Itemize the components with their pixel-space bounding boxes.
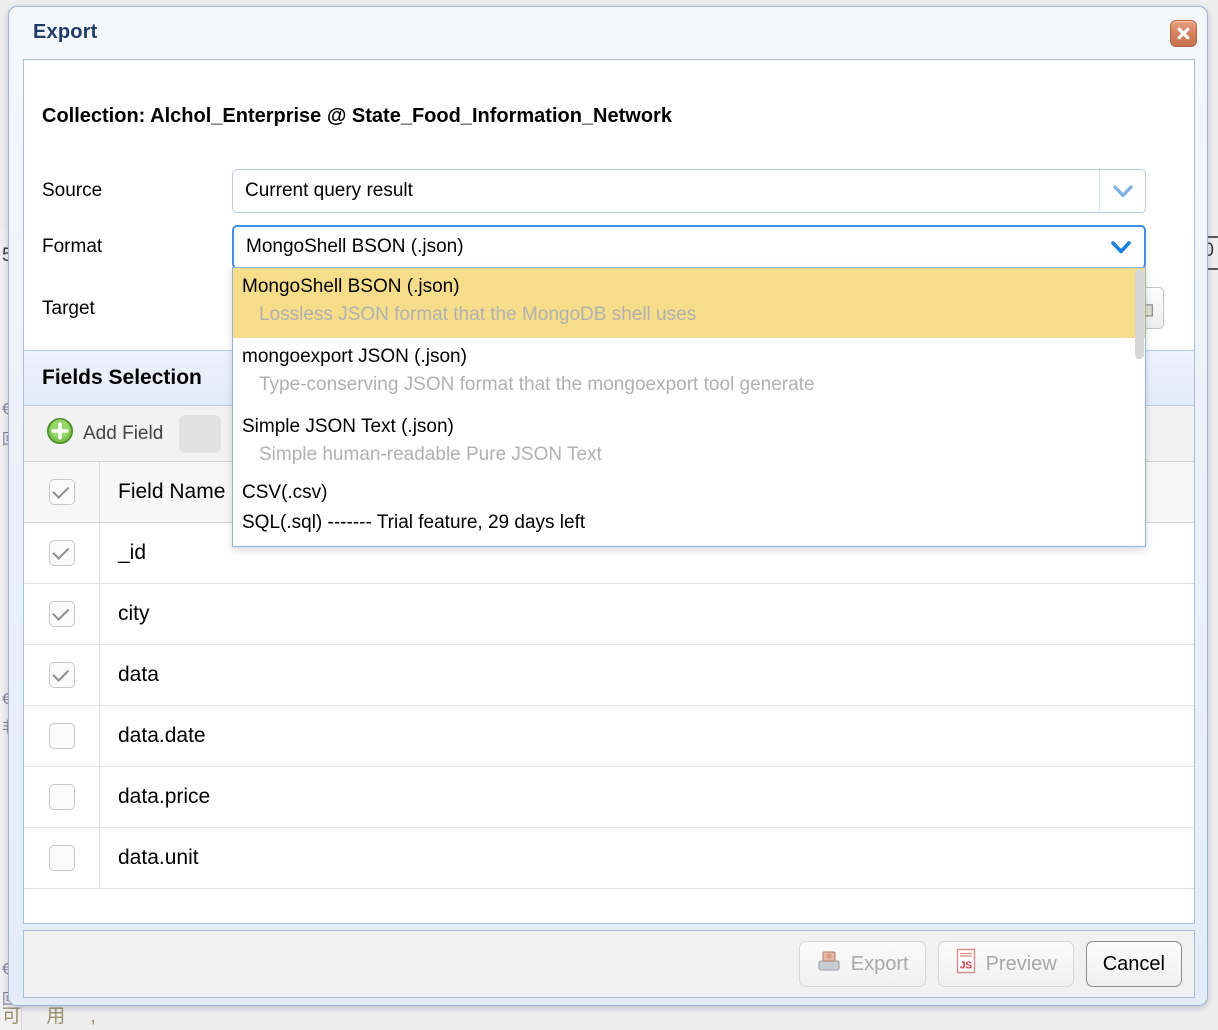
export-dialog: Export Collection: Alchol_Enterprise @ S… — [8, 6, 1208, 1006]
row-check-cell[interactable] — [24, 706, 100, 766]
format-label: Format — [42, 236, 103, 257]
dropdown-option-title: Simple JSON Text (.json) — [242, 416, 454, 437]
secondary-tool-button[interactable] — [179, 414, 222, 453]
format-select-value: MongoShell BSON (.json) — [246, 236, 464, 257]
select-all-cell[interactable] — [24, 462, 100, 522]
export-button-label: Export — [850, 952, 909, 975]
source-select[interactable]: Current query result — [232, 169, 1146, 213]
dialog-titlebar: Export — [9, 7, 1207, 57]
field-checkbox[interactable] — [48, 662, 75, 688]
preview-button-label: Preview — [985, 952, 1057, 975]
printer-icon — [816, 949, 842, 979]
format-select[interactable]: MongoShell BSON (.json) — [232, 225, 1146, 269]
field-checkbox[interactable] — [48, 784, 75, 810]
field-name: data.unit — [118, 846, 199, 869]
dropdown-option-title: CSV(.csv) — [242, 482, 328, 503]
chevron-down-icon — [1099, 170, 1145, 212]
dropdown-option[interactable]: Simple JSON Text (.json) Simple human-re… — [233, 408, 1145, 478]
row-check-cell[interactable] — [24, 828, 100, 888]
dropdown-option[interactable]: mongoexport JSON (.json) Type-conserving… — [233, 338, 1145, 408]
svg-text:JS: JS — [959, 961, 972, 972]
add-field-button[interactable]: Add Field — [24, 414, 173, 453]
row-check-cell[interactable] — [24, 645, 100, 705]
field-checkbox[interactable] — [48, 723, 75, 749]
row-check-cell[interactable] — [24, 523, 100, 583]
chevron-down-icon — [1098, 227, 1144, 267]
row-check-cell[interactable] — [24, 767, 100, 827]
fields-selection-title: Fields Selection — [42, 366, 202, 389]
source-label: Source — [42, 180, 103, 201]
dialog-content: Collection: Alchol_Enterprise @ State_Fo… — [23, 59, 1195, 924]
field-checkbox[interactable] — [48, 845, 75, 871]
dialog-title: Export — [33, 20, 98, 43]
collection-label: Collection: Alchol_Enterprise @ State_Fo… — [42, 105, 672, 127]
preview-button[interactable]: JS Preview — [937, 941, 1074, 987]
add-field-label: Add Field — [83, 422, 164, 444]
cancel-button-label: Cancel — [1102, 952, 1165, 975]
target-label: Target — [42, 298, 95, 319]
table-row[interactable]: data.unit — [24, 828, 1194, 889]
row-check-cell[interactable] — [24, 584, 100, 644]
dropdown-option[interactable]: MongoShell BSON (.json) Lossless JSON fo… — [233, 268, 1145, 338]
field-name: data — [118, 663, 159, 686]
dropdown-scrollbar[interactable] — [1135, 269, 1144, 359]
dropdown-option-title: MongoShell BSON (.json) — [242, 276, 460, 297]
field-name: data.date — [118, 724, 206, 747]
table-row[interactable]: city — [24, 584, 1194, 645]
cancel-button[interactable]: Cancel — [1085, 941, 1182, 987]
field-checkbox[interactable] — [48, 601, 75, 627]
dropdown-option[interactable]: CSV(.csv) — [233, 478, 1145, 508]
dropdown-option-description: Type-conserving JSON format that the mon… — [259, 374, 815, 395]
select-all-checkbox[interactable] — [48, 479, 75, 505]
dropdown-option[interactable]: SQL(.sql) ------- Trial feature, 29 days… — [233, 508, 1145, 546]
table-row[interactable]: data.price — [24, 767, 1194, 828]
table-row[interactable]: data.date — [24, 706, 1194, 767]
dropdown-option-title: SQL(.sql) ------- Trial feature, 29 days… — [242, 512, 586, 533]
format-dropdown-list[interactable]: MongoShell BSON (.json) Lossless JSON fo… — [232, 267, 1146, 547]
close-icon[interactable] — [1170, 20, 1197, 47]
dropdown-option-description: Lossless JSON format that the MongoDB sh… — [259, 304, 697, 325]
js-file-icon: JS — [955, 948, 977, 980]
export-button[interactable]: Export — [798, 941, 926, 987]
dropdown-option-description: Simple human-readable Pure JSON Text — [259, 444, 602, 465]
source-select-value: Current query result — [245, 180, 413, 201]
field-name: city — [118, 602, 150, 625]
field-name: data.price — [118, 785, 211, 808]
dropdown-option-title: mongoexport JSON (.json) — [242, 346, 467, 367]
plus-circle-icon — [46, 417, 74, 450]
dialog-footer: Export JS Preview Cancel — [23, 930, 1195, 998]
table-row[interactable]: data — [24, 645, 1194, 706]
field-checkbox[interactable] — [48, 540, 75, 566]
